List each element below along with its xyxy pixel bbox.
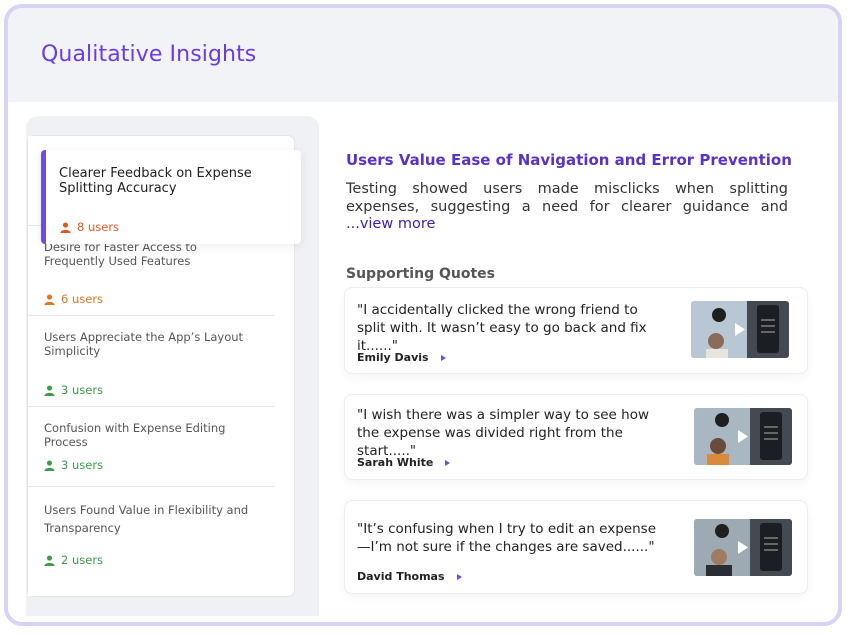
user-count: 3 users — [44, 458, 103, 472]
insight-label: Users Appreciate the App’s Layout Simpli… — [44, 330, 244, 358]
play-icon — [445, 459, 451, 466]
quote-card[interactable]: "I accidentally clicked the wrong friend… — [344, 287, 808, 374]
page-title: Qualitative Insights — [41, 42, 257, 67]
video-thumbnail[interactable] — [694, 519, 792, 576]
user-count-label: 6 users — [61, 292, 104, 306]
insight-item[interactable]: Users Appreciate the App’s Layout Simpli… — [28, 316, 274, 407]
play-icon — [456, 573, 462, 580]
quote-text: "I accidentally clicked the wrong friend… — [357, 302, 647, 354]
user-count-label: 3 users — [61, 458, 104, 472]
user-count: 2 users — [44, 553, 103, 567]
quote-text: "It’s confusing when I try to edit an ex… — [357, 521, 656, 555]
insight-description: Testing showed users made misclicks when… — [346, 181, 788, 215]
user-icon — [44, 459, 55, 471]
insight-item[interactable]: Users Found Value in Flexibility and Tra… — [28, 487, 274, 596]
user-count-label: 8 users — [77, 220, 120, 234]
insight-item-selected[interactable]: Clearer Feedback on Expense Splitting Ac… — [41, 150, 301, 244]
user-icon — [44, 554, 55, 566]
user-count: 8 users — [60, 220, 119, 234]
header: Qualitative Insights — [8, 8, 838, 102]
user-icon — [44, 293, 55, 305]
insight-item[interactable]: Confusion with Expense Editing Process 3… — [28, 407, 274, 487]
quote-card[interactable]: "It’s confusing when I try to edit an ex… — [344, 500, 808, 594]
insight-label: Users Found Value in Flexibility and Tra… — [44, 503, 249, 535]
user-icon — [60, 221, 71, 233]
headphones-icon — [715, 413, 729, 427]
user-count: 3 users — [44, 383, 103, 397]
quote-text: "I wish there was a simpler way to see h… — [357, 407, 649, 459]
quote-author: Emily Davis — [357, 351, 446, 364]
user-count-label: 3 users — [61, 383, 104, 397]
quote-author: David Thomas — [357, 570, 462, 583]
insight-title: Users Value Ease of Navigation and Error… — [346, 151, 792, 169]
insight-label: Clearer Feedback on Expense Splitting Ac… — [59, 166, 252, 196]
headphones-icon — [712, 308, 726, 322]
view-more-link[interactable]: ...view more — [346, 216, 435, 232]
play-icon — [440, 354, 446, 361]
user-count: 6 users — [44, 292, 103, 306]
quote-card[interactable]: "I wish there was a simpler way to see h… — [344, 394, 808, 480]
user-icon — [44, 384, 55, 396]
video-thumbnail[interactable] — [691, 301, 789, 358]
author-name: Sarah White — [357, 456, 434, 469]
supporting-quotes-heading: Supporting Quotes — [346, 266, 495, 282]
author-name: David Thomas — [357, 570, 445, 583]
app-frame: Qualitative Insights Desire for Faster A… — [4, 4, 842, 626]
quote-author: Sarah White — [357, 456, 451, 469]
author-name: Emily Davis — [357, 351, 429, 364]
user-count-label: 2 users — [61, 553, 104, 567]
headphones-icon — [715, 524, 729, 538]
video-thumbnail[interactable] — [694, 408, 792, 465]
insight-label: Confusion with Expense Editing Process — [44, 421, 226, 449]
